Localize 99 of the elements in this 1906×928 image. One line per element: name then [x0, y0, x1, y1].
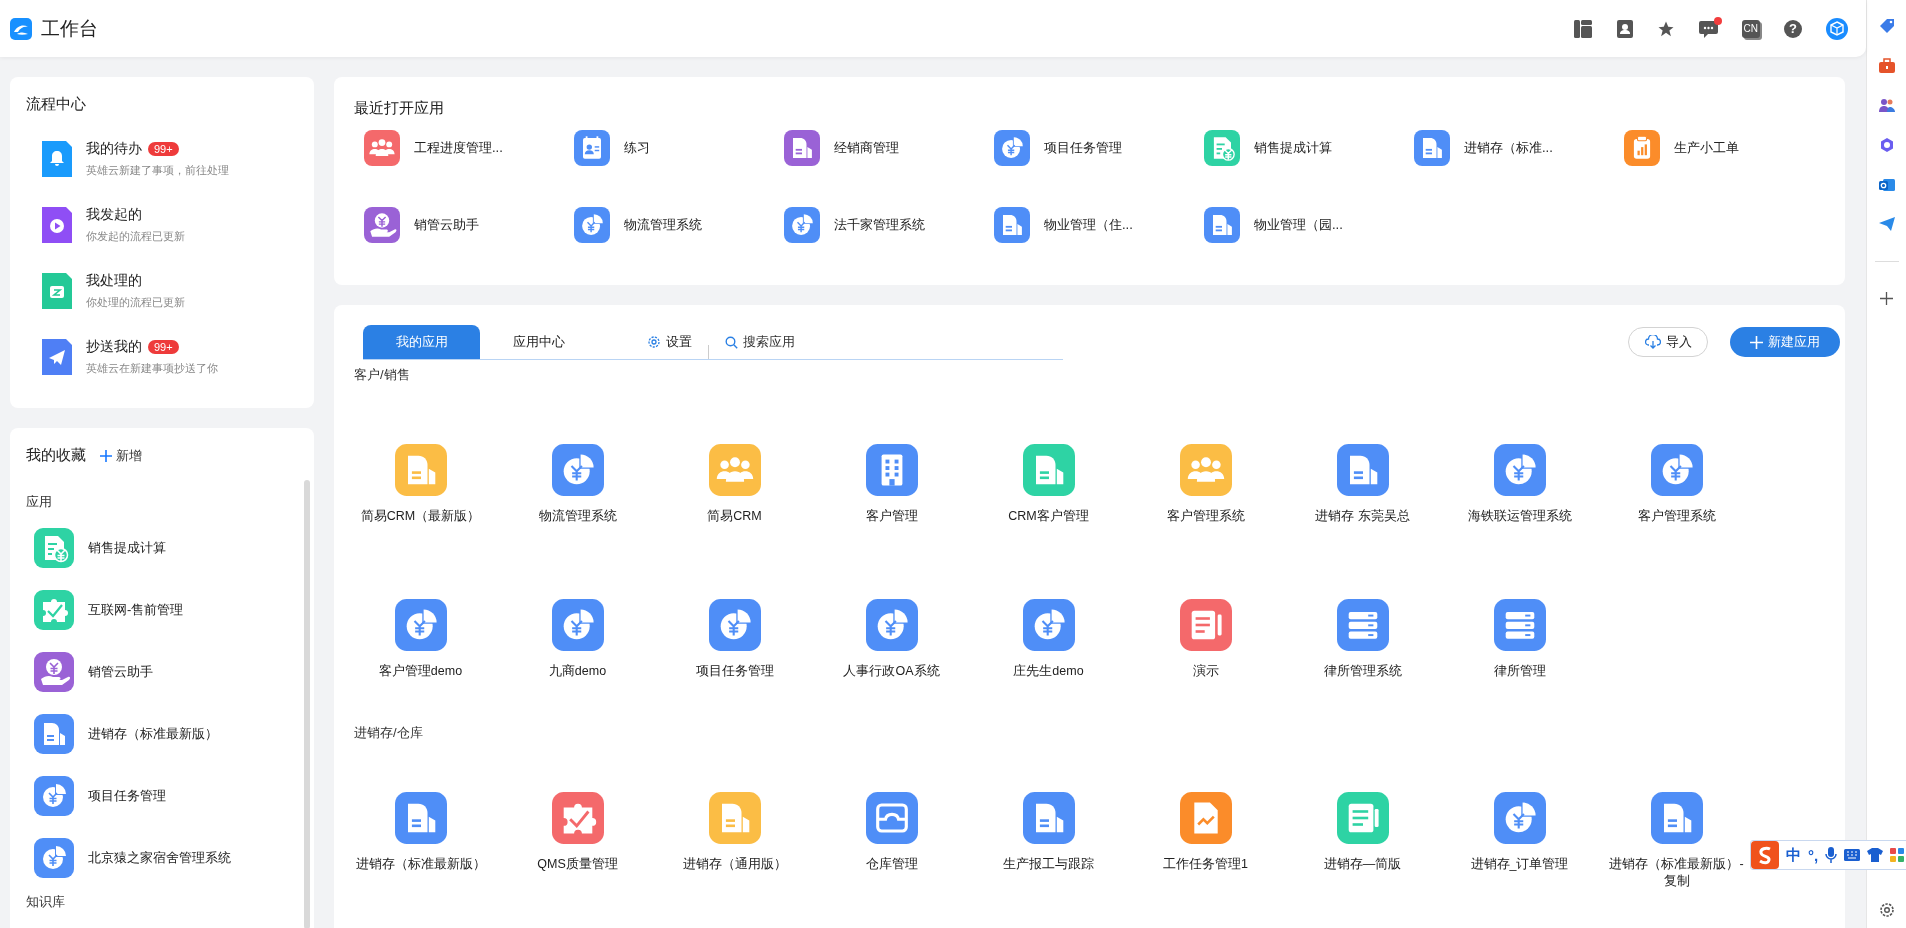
send-icon[interactable] [1878, 217, 1895, 231]
recent-app[interactable]: 练习 [574, 130, 650, 166]
app-tile[interactable]: 客户管理demo [350, 599, 491, 680]
microphone-icon[interactable] [1825, 847, 1838, 863]
contact-book-icon[interactable] [1615, 19, 1633, 38]
tab[interactable]: 我的应用 [363, 325, 480, 359]
flow-item[interactable]: 抄送我的 99+ 英雄云在新建事项抄送了你 [26, 324, 298, 390]
recent-app[interactable]: 法千家管理系统 [784, 207, 925, 243]
app-tile[interactable]: 人事行政OA系统 [821, 599, 962, 680]
plus-icon [1750, 335, 1763, 349]
app-tile[interactable]: 客户管理 [821, 444, 962, 525]
app-tile[interactable]: 仓库管理 [821, 792, 962, 873]
layout-icon[interactable] [1573, 19, 1592, 38]
recent-app[interactable]: 项目任务管理 [994, 130, 1122, 166]
flow-item[interactable]: 我处理的 你处理的流程已更新 [26, 258, 298, 324]
app-tile[interactable]: 庄先生demo [978, 599, 1119, 680]
favorite-item[interactable]: 进销存（标准最新版） [26, 703, 298, 765]
add-button[interactable]: 新增 [100, 446, 142, 465]
app-tile[interactable]: 进销存（通用版） [664, 792, 805, 873]
grid-icon[interactable] [1890, 848, 1905, 862]
flow-subtitle: 你处理的流程已更新 [86, 295, 185, 310]
app-tile[interactable]: 九商demo [507, 599, 648, 680]
ime-logo-icon[interactable] [1751, 841, 1779, 869]
scrollbar[interactable] [304, 480, 310, 928]
app-tile[interactable]: 客户管理系统 [1135, 444, 1276, 525]
settings-button[interactable]: 设置 [647, 325, 692, 359]
mail-icon[interactable] [1878, 177, 1895, 193]
toolbox-icon[interactable] [1878, 58, 1895, 73]
shirt-icon[interactable] [1867, 848, 1884, 862]
app-tile[interactable]: 生产报工与跟踪 [978, 792, 1119, 873]
recent-app[interactable]: 工程进度管理... [364, 130, 503, 166]
app-tile[interactable]: 项目任务管理 [664, 599, 805, 680]
count-badge: 99+ [148, 340, 179, 354]
input-mode-button[interactable]: 中 [1786, 845, 1801, 865]
language-button[interactable]: CN [1741, 19, 1760, 38]
cloud-upload-icon [1644, 335, 1661, 349]
flow-title: 我的待办 [86, 140, 142, 158]
recent-app[interactable]: 生产小工单 [1624, 130, 1739, 166]
plus-icon[interactable] [1880, 292, 1893, 305]
flow-item[interactable]: 我的待办 99+ 英雄云新建了事项，前往处理 [26, 126, 298, 192]
recent-app[interactable]: 销管云助手 [364, 207, 479, 243]
keyboard-icon[interactable] [1844, 849, 1861, 861]
settings-icon[interactable] [1878, 902, 1895, 918]
app-tile[interactable]: 简易CRM（最新版） [350, 444, 491, 525]
plus-icon [100, 449, 112, 462]
app-tile[interactable]: 工作任务管理1 [1135, 792, 1276, 873]
ring-icon[interactable] [1878, 137, 1895, 153]
section-label: 知识库 [26, 893, 66, 911]
settings-icon [647, 335, 661, 349]
card-title: 我的收藏 [26, 446, 86, 465]
recent-app[interactable]: 物业管理（园... [1204, 207, 1343, 243]
favorite-item[interactable]: 项目任务管理 [26, 765, 298, 827]
app-tile[interactable]: 律所管理 [1449, 599, 1590, 680]
punctuation-button[interactable]: °, [1808, 846, 1819, 864]
flow-subtitle: 英雄云在新建事项抄送了你 [86, 361, 218, 376]
count-badge: 99+ [148, 142, 179, 156]
app-tile[interactable]: 进销存（标准最新版）-复制 [1606, 792, 1747, 890]
app-tile[interactable]: 进销存—简版 [1292, 792, 1433, 873]
flow-subtitle: 你发起的流程已更新 [86, 229, 185, 244]
app-tile[interactable]: 进销存 东莞吴总 [1292, 444, 1433, 525]
recent-app[interactable]: 经销商管理 [784, 130, 899, 166]
card-title: 最近打开应用 [354, 99, 445, 118]
group-title: 进销存/仓库 [353, 724, 424, 742]
flow-title: 我处理的 [86, 272, 142, 290]
avatar-icon[interactable] [1826, 17, 1848, 40]
app-tile[interactable]: 物流管理系统 [507, 444, 648, 525]
favorite-item[interactable]: 北京猿之家宿舍管理系统 [26, 827, 298, 889]
app-tile[interactable]: CRM客户管理 [978, 444, 1119, 525]
logo-icon [10, 17, 32, 40]
tag-icon[interactable] [1878, 18, 1895, 34]
card-title: 流程中心 [26, 95, 87, 114]
recent-app[interactable]: 物业管理（住... [994, 207, 1133, 243]
people-icon[interactable] [1878, 97, 1895, 113]
new-app-button[interactable]: 新建应用 [1730, 327, 1840, 357]
app-tile[interactable]: 演示 [1135, 599, 1276, 680]
tab[interactable]: 应用中心 [480, 325, 597, 359]
flow-subtitle: 英雄云新建了事项，前往处理 [86, 163, 229, 178]
app-tile[interactable]: 律所管理系统 [1292, 599, 1433, 680]
recent-app[interactable]: 进销存（标准... [1414, 130, 1553, 166]
flow-title: 我发起的 [86, 206, 142, 224]
section-label: 应用 [26, 493, 53, 511]
flow-title: 抄送我的 [86, 338, 142, 356]
group-title: 客户/销售 [353, 366, 411, 384]
app-tile[interactable]: 进销存（标准最新版） [350, 792, 491, 873]
recent-app[interactable]: 物流管理系统 [574, 207, 702, 243]
app-tile[interactable]: 进销存_订单管理 [1449, 792, 1590, 873]
search-icon [725, 335, 738, 349]
app-tile[interactable]: 海铁联运管理系统 [1449, 444, 1590, 525]
favorite-item[interactable]: 互联网-售前管理 [26, 579, 298, 641]
flow-item[interactable]: 我发起的 你发起的流程已更新 [26, 192, 298, 258]
app-tile[interactable]: QMS质量管理 [507, 792, 648, 873]
search-field[interactable]: 搜索应用 [725, 325, 795, 359]
favorite-item[interactable]: 销售提成计算 [26, 517, 298, 579]
favorite-item[interactable]: 销管云助手 [26, 641, 298, 703]
app-tile[interactable]: 简易CRM [664, 444, 805, 525]
help-button[interactable]: ? [1784, 19, 1802, 38]
page-title: 工作台 [41, 16, 98, 41]
recent-app[interactable]: 销售提成计算 [1204, 130, 1332, 166]
app-tile[interactable]: 客户管理系统 [1606, 444, 1747, 525]
